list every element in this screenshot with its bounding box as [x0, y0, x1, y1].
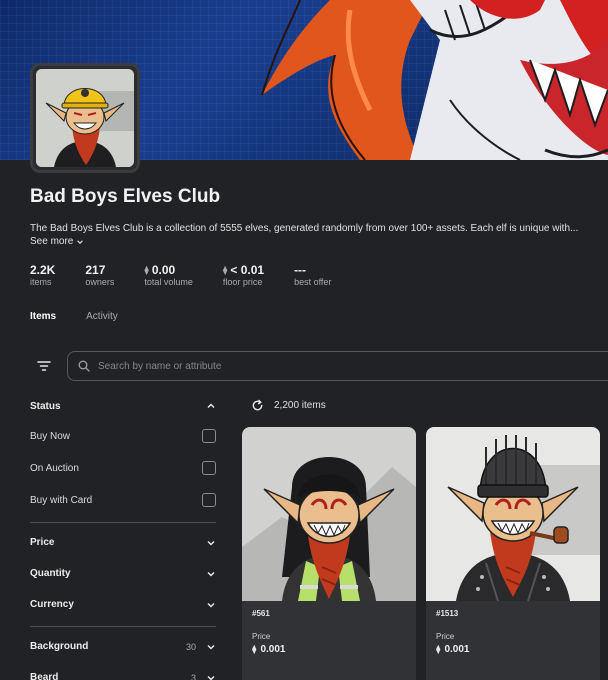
ethereum-icon: ⧫	[436, 644, 441, 654]
background-filter-header[interactable]: Background 30	[30, 631, 216, 662]
nft-card[interactable]: #561 Price ⧫ 0.001	[242, 427, 416, 680]
price-value: 0.001	[260, 644, 286, 655]
stat-best-offer: --- best offer	[294, 263, 332, 288]
stat-value: 0.00	[151, 263, 176, 277]
buy-now-checkbox[interactable]	[202, 429, 216, 443]
filter-sidebar: Status Buy Now On Auction Buy with Card …	[30, 392, 216, 680]
price-filter-title: Price	[30, 537, 55, 548]
currency-filter-header[interactable]: Currency	[30, 589, 216, 620]
stat-items[interactable]: 2.2K items	[30, 263, 56, 288]
price-label: Price	[252, 632, 271, 641]
chevron-down-icon	[207, 602, 215, 608]
refresh-icon[interactable]	[251, 399, 264, 412]
collection-avatar	[30, 63, 140, 173]
nft-card[interactable]: #1513 Price ⧫ 0.001	[426, 427, 600, 680]
stat-total-volume: ⧫ 0.00 total volume	[144, 263, 193, 288]
stat-value: ---	[294, 263, 307, 277]
stat-value: 2.2K	[30, 263, 56, 277]
buy-with-card-checkbox[interactable]	[202, 493, 216, 507]
status-option-on-auction[interactable]: On Auction	[30, 452, 216, 484]
divider	[30, 626, 216, 627]
nft-image	[242, 427, 416, 601]
collection-tabs: Items Activity	[30, 311, 118, 322]
chevron-up-icon	[207, 403, 215, 409]
beard-filter-title: Beard	[30, 672, 59, 680]
stat-label: items	[30, 277, 52, 287]
stat-label: owners	[85, 277, 115, 287]
beard-filter-header[interactable]: Beard 3	[30, 662, 216, 680]
ethereum-icon: ⧫	[144, 265, 149, 275]
search-icon	[78, 360, 90, 372]
nft-image	[426, 427, 600, 601]
beard-count: 3	[190, 672, 196, 680]
status-filter-title: Status	[30, 400, 61, 412]
background-count: 30	[185, 641, 196, 652]
see-more-label: See more	[30, 236, 74, 247]
ethereum-icon: ⧫	[222, 265, 228, 275]
chevron-down-icon	[77, 239, 84, 244]
tab-items[interactable]: Items	[30, 311, 56, 322]
nft-price: ⧫ 0.001	[436, 644, 590, 655]
tab-activity[interactable]: Activity	[86, 311, 118, 322]
see-more-link[interactable]: See more	[30, 236, 84, 247]
stat-value: < 0.01	[230, 263, 265, 277]
option-label: Buy with Card	[30, 494, 93, 506]
stat-label: total volume	[144, 277, 193, 287]
stat-owners[interactable]: 217 owners	[85, 263, 115, 288]
price-filter-header[interactable]: Price	[30, 527, 216, 558]
status-option-buy-with-card[interactable]: Buy with Card	[30, 484, 216, 516]
price-label: Price	[436, 632, 455, 641]
search-bar	[67, 351, 608, 381]
chevron-down-icon	[207, 540, 215, 546]
collection-title: Bad Boys Elves Club	[30, 186, 221, 207]
on-auction-checkbox[interactable]	[202, 461, 216, 475]
elf-avatar-image	[36, 69, 134, 167]
chevron-down-icon	[207, 675, 215, 680]
status-option-buy-now[interactable]: Buy Now	[30, 420, 216, 452]
stat-label: floor price	[222, 277, 263, 287]
chevron-down-icon	[207, 644, 215, 650]
currency-filter-title: Currency	[30, 599, 74, 610]
results-bar: 2,200 items	[251, 399, 326, 412]
stat-label: best offer	[294, 277, 332, 287]
filter-toggle-button[interactable]	[30, 355, 58, 377]
chevron-down-icon	[207, 571, 215, 577]
nft-number: #561	[252, 609, 270, 618]
nft-number: #1513	[436, 609, 459, 618]
stat-value: 217	[85, 263, 106, 277]
results-count: 2,200 items	[274, 400, 326, 411]
stat-floor-price: ⧫ < 0.01 floor price	[222, 263, 265, 288]
collection-description: The Bad Boys Elves Club is a collection …	[30, 223, 579, 234]
nft-price: ⧫ 0.001	[252, 644, 406, 655]
quantity-filter-title: Quantity	[30, 568, 71, 579]
collection-stats: 2.2K items 217 owners ⧫ 0.00 total volume…	[30, 263, 361, 288]
ethereum-icon: ⧫	[252, 644, 257, 654]
divider	[30, 522, 216, 523]
background-filter-title: Background	[30, 641, 89, 652]
status-filter-header[interactable]: Status	[30, 392, 216, 420]
price-value: 0.001	[444, 644, 470, 655]
search-input[interactable]	[98, 360, 498, 372]
option-label: On Auction	[30, 462, 79, 474]
filter-icon	[37, 361, 51, 371]
quantity-filter-header[interactable]: Quantity	[30, 558, 216, 589]
option-label: Buy Now	[30, 430, 71, 442]
